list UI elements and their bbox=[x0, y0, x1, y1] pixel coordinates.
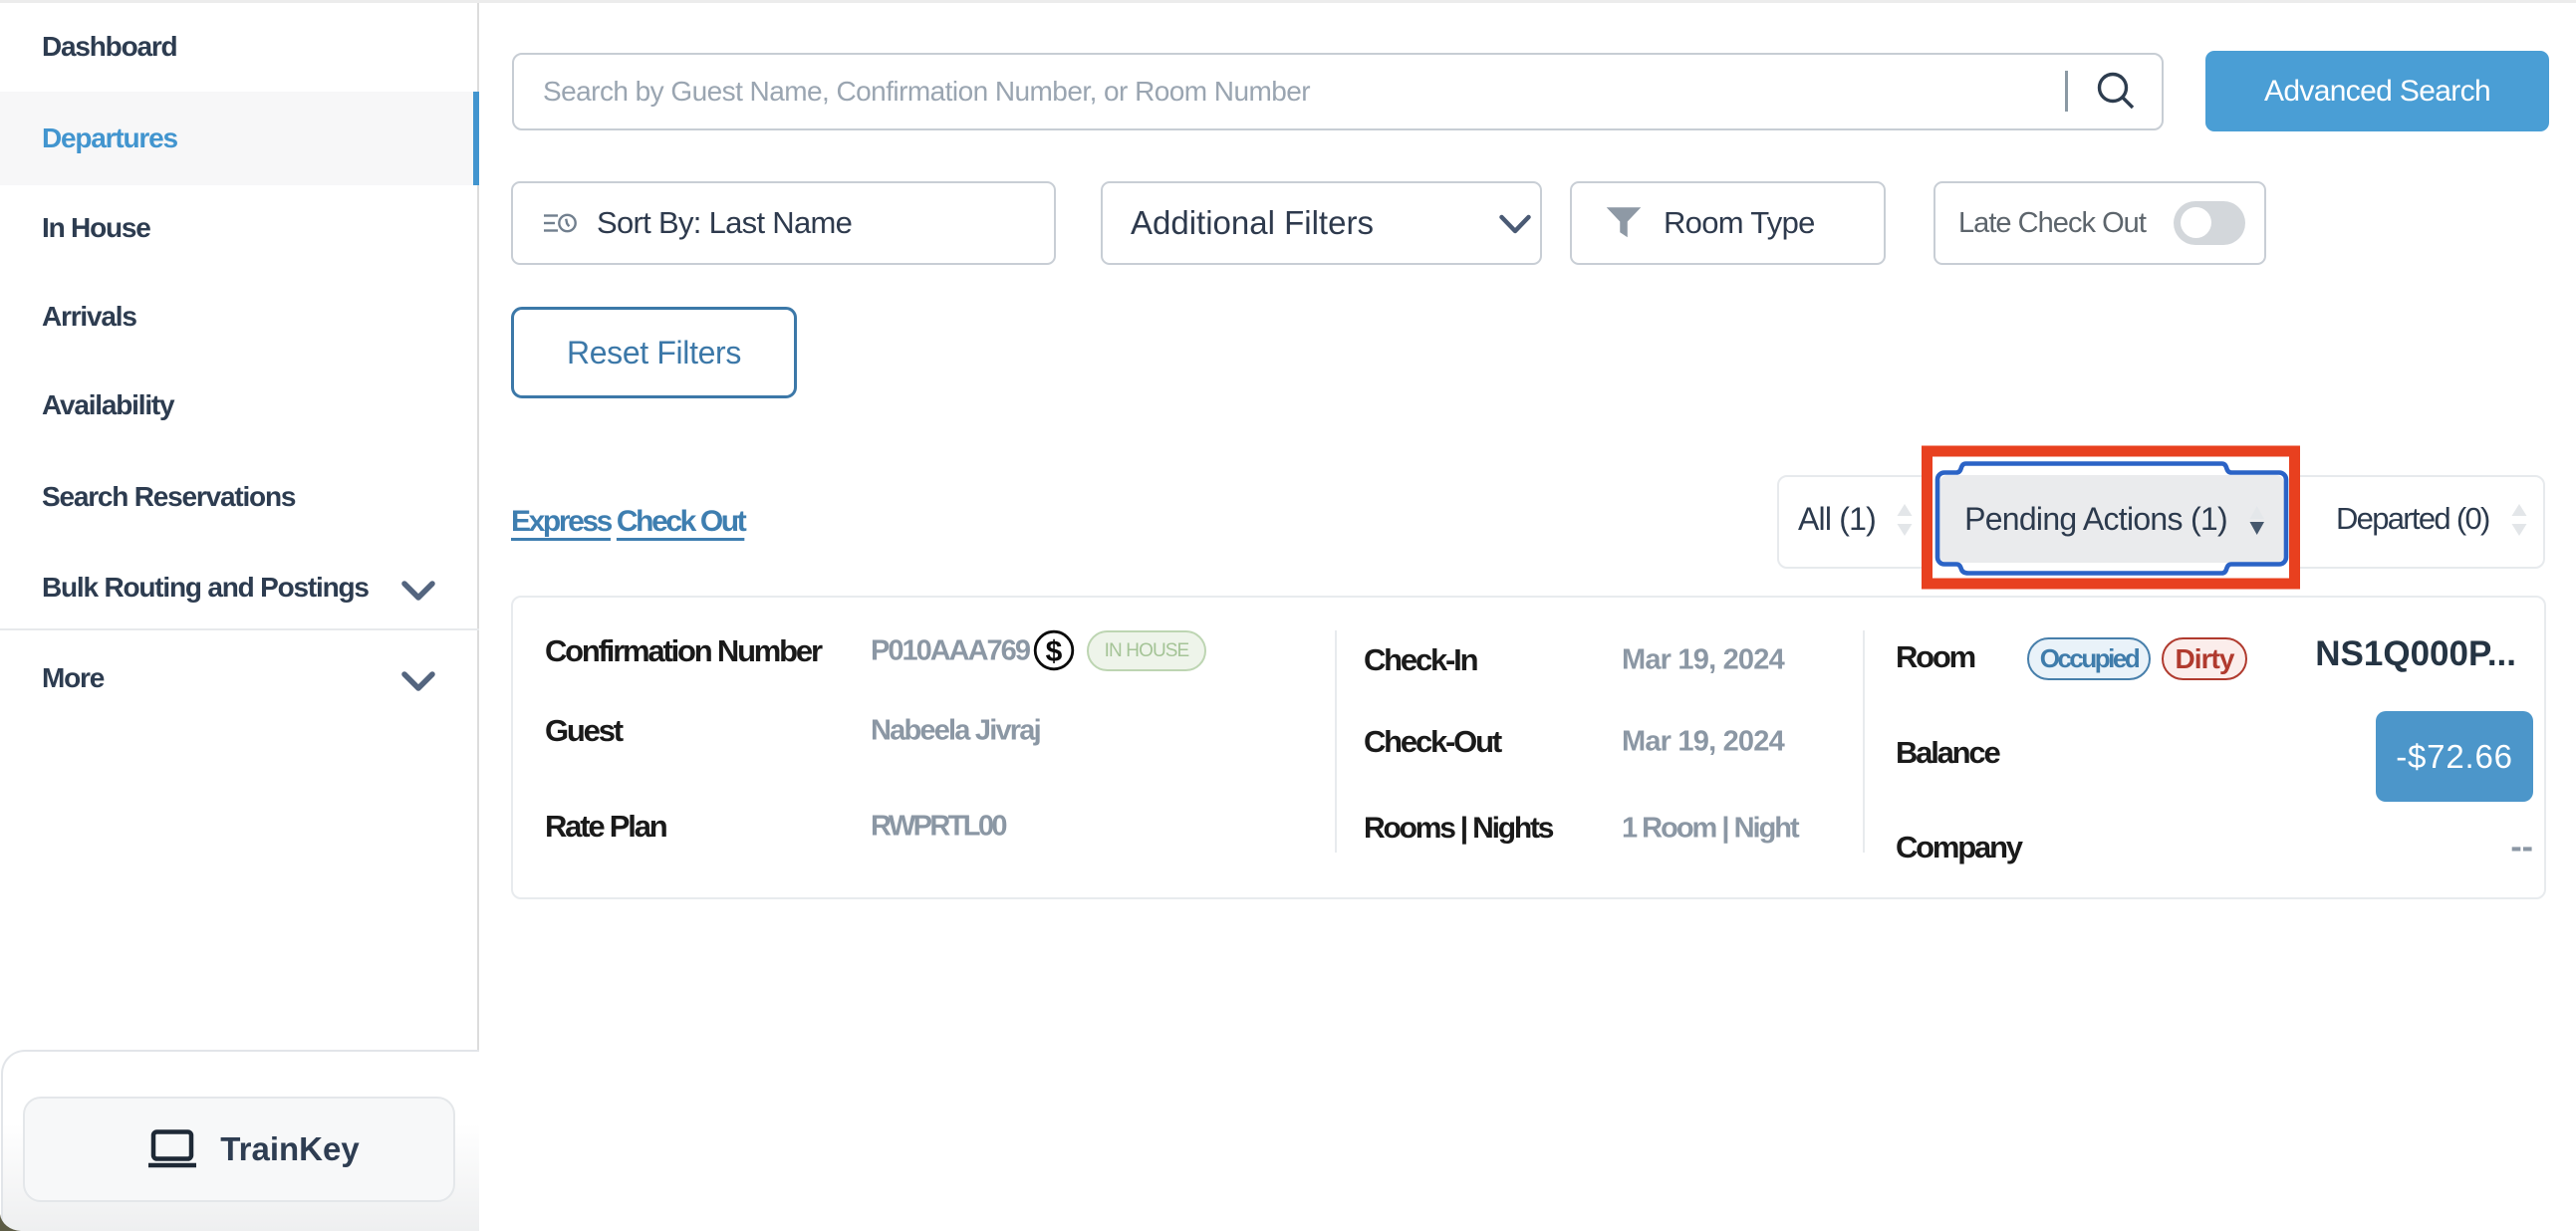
svg-text:$: $ bbox=[1046, 635, 1063, 668]
